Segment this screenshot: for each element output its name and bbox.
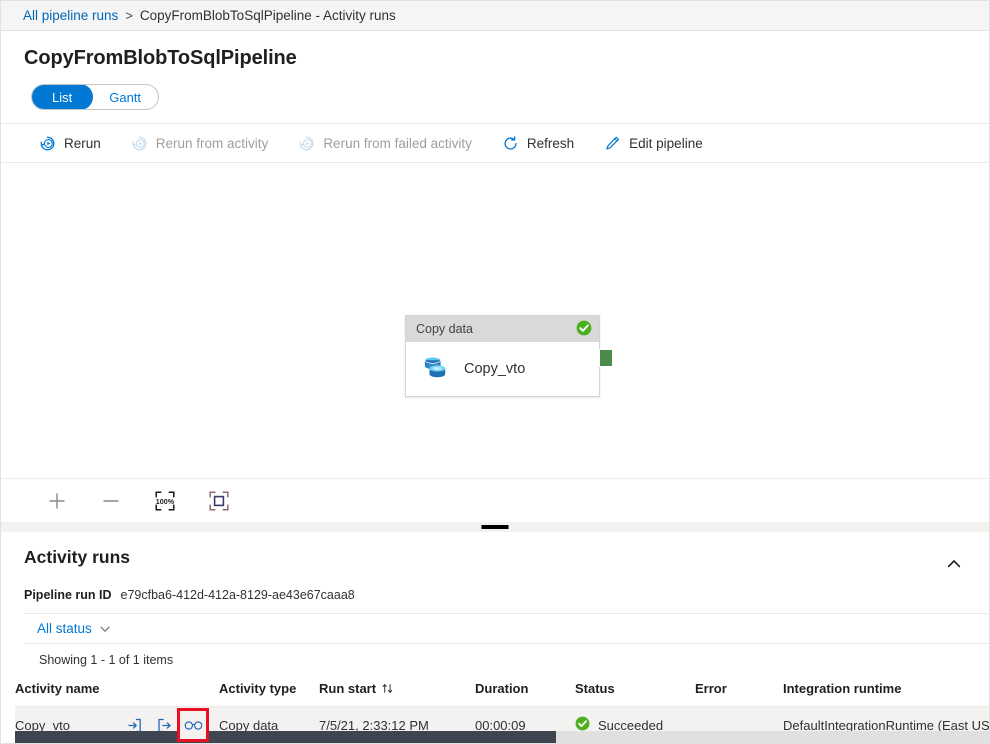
rerun-from-failed-activity-icon	[298, 135, 315, 152]
pipeline-run-id-label: Pipeline run ID	[24, 588, 112, 602]
column-header-run-start[interactable]: Run start	[319, 674, 475, 707]
pipeline-canvas[interactable]: Copy data	[1, 163, 989, 478]
activity-node-name: Copy_vto	[464, 361, 525, 377]
splitter-grip[interactable]	[482, 525, 509, 529]
zoom-out-button[interactable]	[97, 487, 125, 515]
activity-runs-header: Activity runs	[1, 533, 989, 579]
rerun-icon	[39, 135, 56, 152]
rerun-from-activity-icon	[131, 135, 148, 152]
panel-splitter[interactable]	[1, 522, 989, 533]
fit-to-screen-icon	[208, 490, 230, 512]
column-label-activity-type: Activity type	[219, 681, 296, 696]
view-toggle-gantt[interactable]: Gantt	[92, 85, 158, 109]
minus-icon	[101, 491, 121, 511]
column-label-status: Status	[575, 681, 615, 696]
collapse-panel-button[interactable]	[939, 549, 969, 579]
column-header-activity-name[interactable]: Activity name	[15, 674, 219, 707]
zoom-level-text: 100%	[156, 497, 175, 506]
refresh-button[interactable]: Refresh	[498, 127, 578, 159]
column-label-error: Error	[695, 681, 727, 696]
rerun-from-failed-activity-label: Rerun from failed activity	[323, 136, 472, 151]
fit-to-screen-button[interactable]	[205, 487, 233, 515]
success-check-icon	[576, 320, 592, 339]
pencil-icon	[604, 135, 621, 152]
column-header-status[interactable]: Status	[575, 674, 695, 707]
rerun-from-activity-button[interactable]: Rerun from activity	[127, 127, 273, 159]
all-status-filter[interactable]: All status	[37, 621, 111, 636]
column-header-duration[interactable]: Duration	[475, 674, 575, 707]
chevron-up-icon	[945, 555, 963, 573]
page-title: CopyFromBlobToSqlPipeline	[1, 31, 989, 70]
column-label-duration: Duration	[475, 681, 528, 696]
rerun-from-failed-activity-button[interactable]: Rerun from failed activity	[294, 127, 476, 159]
view-toggle[interactable]: List Gantt	[31, 84, 159, 110]
column-label-integration-runtime: Integration runtime	[783, 681, 901, 696]
breadcrumb-separator: >	[125, 8, 133, 23]
activity-node-body: Copy_vto	[406, 342, 599, 396]
edit-pipeline-label: Edit pipeline	[629, 136, 703, 151]
sort-arrows-icon	[381, 682, 394, 695]
rerun-button[interactable]: Rerun	[35, 127, 105, 159]
refresh-label: Refresh	[527, 136, 574, 151]
plus-icon	[47, 491, 67, 511]
breadcrumb-all-pipeline-runs-link[interactable]: All pipeline runs	[23, 8, 118, 23]
activity-runs-page: All pipeline runs > CopyFromBlobToSqlPip…	[0, 0, 990, 744]
view-toggle-list[interactable]: List	[31, 84, 93, 110]
node-output-handle[interactable]	[599, 349, 613, 367]
all-status-filter-label: All status	[37, 621, 92, 636]
chevron-down-icon	[99, 623, 111, 635]
table-header-row: Activity name Activity type Run start	[15, 674, 989, 707]
edit-pipeline-button[interactable]: Edit pipeline	[600, 127, 707, 159]
breadcrumb-current: CopyFromBlobToSqlPipeline - Activity run…	[140, 8, 396, 23]
pipeline-run-id-row: Pipeline run ID e79cfba6-412d-412a-8129-…	[1, 579, 989, 602]
activity-runs-panel: Activity runs Pipeline run ID e79cfba6-4…	[1, 533, 989, 743]
column-label-activity-name: Activity name	[15, 681, 100, 696]
status-filter-bar: All status	[24, 613, 989, 644]
column-header-activity-type[interactable]: Activity type	[219, 674, 319, 707]
rerun-from-activity-label: Rerun from activity	[156, 136, 269, 151]
view-toggle-container: List Gantt	[1, 70, 989, 110]
pipeline-run-id-value: e79cfba6-412d-412a-8129-ae43e67caaa8	[121, 588, 355, 602]
activity-node-type-label: Copy data	[416, 322, 473, 336]
zoom-percent-icon: 100%	[154, 490, 176, 512]
activity-node-copy-data[interactable]: Copy data	[405, 315, 600, 397]
zoom-level-button[interactable]: 100%	[151, 487, 179, 515]
rerun-label: Rerun	[64, 136, 101, 151]
showing-count-text: Showing 1 - 1 of 1 items	[1, 644, 989, 667]
activity-runs-title: Activity runs	[24, 547, 130, 568]
zoom-in-button[interactable]	[43, 487, 71, 515]
column-header-integration-runtime[interactable]: Integration runtime	[783, 674, 989, 707]
command-bar: Rerun Rerun from activity	[1, 123, 989, 163]
canvas-toolbar: 100%	[1, 478, 989, 522]
copy-data-icon	[420, 354, 451, 385]
activity-details-glasses-icon[interactable]	[179, 710, 207, 740]
column-header-error[interactable]: Error	[695, 674, 783, 707]
column-label-run-start: Run start	[319, 681, 376, 696]
horizontal-scrollbar[interactable]	[15, 731, 989, 743]
breadcrumb: All pipeline runs > CopyFromBlobToSqlPip…	[1, 1, 989, 31]
horizontal-scrollbar-thumb[interactable]	[15, 731, 556, 743]
activity-node-header: Copy data	[406, 316, 599, 342]
refresh-icon	[502, 135, 519, 152]
